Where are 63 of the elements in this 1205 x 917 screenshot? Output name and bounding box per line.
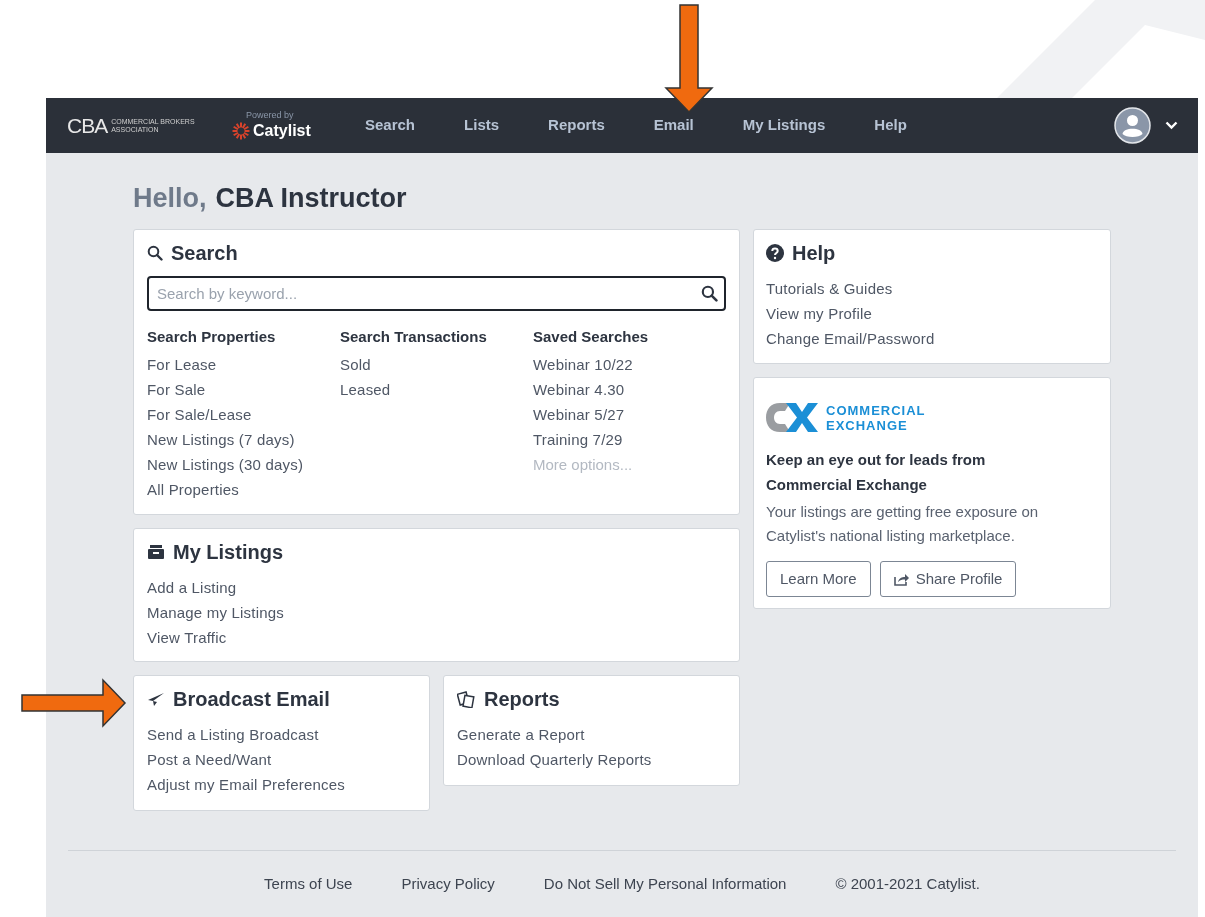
nav-link[interactable]: Email	[653, 114, 694, 137]
footer-link[interactable]: Terms of Use	[264, 872, 353, 896]
user-avatar-icon[interactable]	[1114, 107, 1151, 144]
sunburst-logo-icon	[232, 122, 250, 140]
search-icon	[147, 245, 163, 261]
promo-description: Your listings are getting free exposure on Catylist's national listing marketplace.	[766, 502, 1040, 546]
card-link[interactable]: For Sale	[147, 377, 340, 402]
search-field[interactable]: Search by keyword...	[147, 276, 726, 311]
card-link[interactable]: Leased	[340, 377, 533, 402]
documents-icon	[457, 690, 476, 708]
card-link[interactable]: Webinar 10/22	[533, 352, 726, 377]
card-link[interactable]: Generate a Report	[457, 722, 726, 747]
card-link[interactable]: Adjust my Email Preferences	[147, 772, 416, 797]
column-heading: Saved Searches	[533, 327, 650, 347]
nav-link[interactable]: Reports	[548, 114, 605, 137]
nav-link[interactable]: Lists	[464, 114, 500, 137]
card-title: Reports	[484, 687, 560, 712]
card-link[interactable]: Webinar 4.30	[533, 377, 726, 402]
card-link[interactable]: View Traffic	[147, 625, 726, 650]
brand-logo-mark: CBA	[67, 115, 108, 136]
greeting-prefix: Hello,	[133, 182, 207, 215]
card-link[interactable]: New Listings (30 days)	[147, 452, 340, 477]
card-link[interactable]: Training 7/29	[533, 427, 726, 452]
card-link[interactable]: New Listings (7 days)	[147, 427, 340, 452]
copyright-text: © 2001-2021 Catylist.	[835, 873, 980, 894]
search-icon	[701, 285, 718, 302]
card-link[interactable]: Tutorials & Guides	[766, 276, 1098, 301]
card-link[interactable]: All Properties	[147, 477, 340, 502]
chevron-down-icon[interactable]	[1165, 121, 1178, 130]
card-link[interactable]: For Lease	[147, 352, 340, 377]
card-link[interactable]: Webinar 5/27	[533, 402, 726, 427]
share-icon	[893, 572, 910, 586]
card-link[interactable]: Post a Need/Want	[147, 747, 416, 772]
column-heading: Search Transactions	[340, 327, 488, 347]
card-link[interactable]: Change Email/Password	[766, 326, 1098, 351]
nav-link[interactable]: Search	[365, 114, 416, 137]
footer-link[interactable]: Privacy Policy	[401, 872, 495, 896]
card-title: My Listings	[173, 540, 283, 565]
column-heading: Search Properties	[147, 327, 277, 347]
card-title: Search	[171, 241, 238, 266]
learn-more-button[interactable]: Learn More	[766, 561, 871, 597]
card-title: Broadcast Email	[173, 687, 330, 712]
user-name: CBA Instructor	[215, 182, 407, 215]
card-link[interactable]: View my Profile	[766, 301, 1098, 326]
card-title: Help	[792, 241, 836, 266]
card-link[interactable]: Manage my Listings	[147, 600, 726, 625]
help-icon	[766, 244, 784, 262]
platform-logo-text: Catylist	[253, 121, 311, 141]
cx-logo-text: COMMERCIAL EXCHANGE	[826, 402, 926, 433]
card-link[interactable]: Send a Listing Broadcast	[147, 722, 416, 747]
cx-logo-icon	[766, 402, 818, 433]
nav-link[interactable]: My Listings	[742, 114, 826, 137]
powered-by-label: Powered by	[246, 110, 294, 121]
footer-link[interactable]: Do Not Sell My Personal Information	[543, 872, 787, 896]
paper-plane-icon	[147, 691, 165, 707]
inbox-tray-icon	[147, 544, 165, 560]
card-link[interactable]: Sold	[340, 352, 533, 377]
share-profile-button[interactable]: Share Profile	[879, 561, 1017, 597]
card-link[interactable]: Add a Listing	[147, 575, 726, 600]
card-link[interactable]: For Sale/Lease	[147, 402, 340, 427]
promo-headline: Keep an eye out for leads from Commercial Exchange	[766, 450, 987, 495]
nav-link[interactable]: Help	[874, 114, 907, 137]
card-link[interactable]: Download Quarterly Reports	[457, 747, 726, 772]
